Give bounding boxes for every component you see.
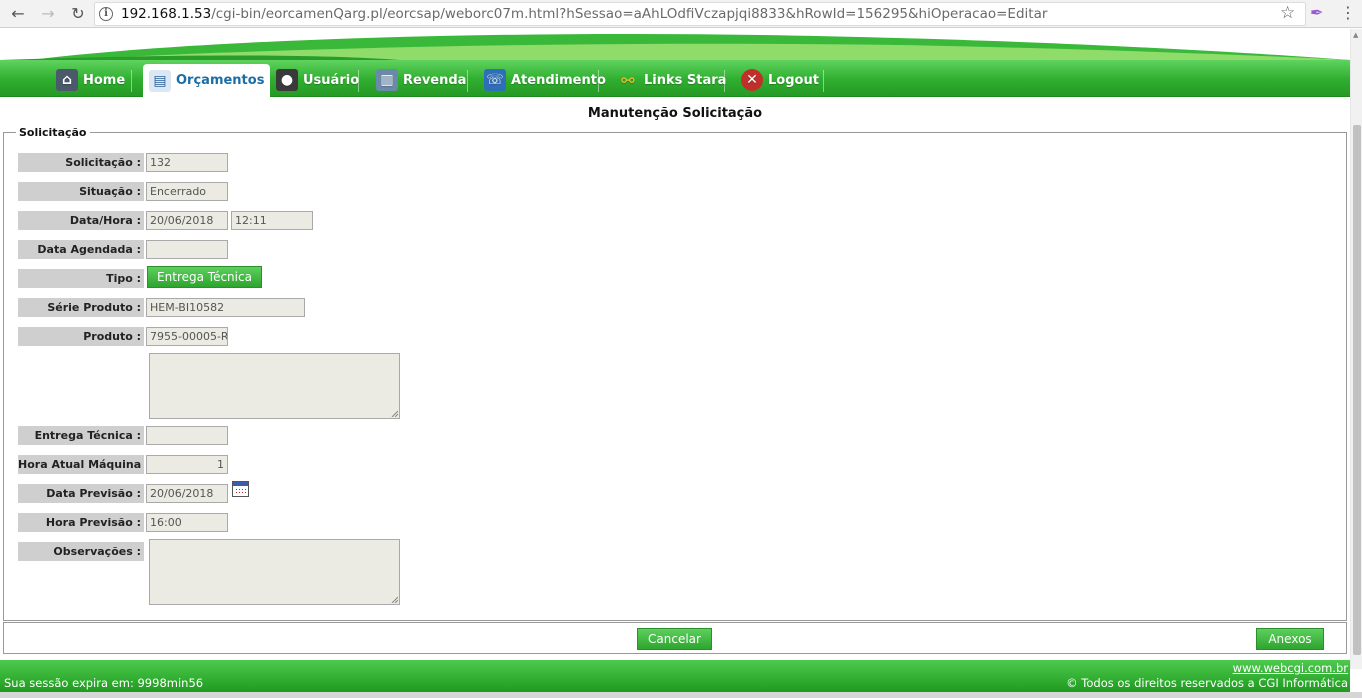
menu-atendimento[interactable]: ☏ Atendimento bbox=[484, 65, 606, 95]
serie-produto-field[interactable]: HEM-BI10582 bbox=[146, 298, 305, 317]
data-previsao-field[interactable]: 20/06/2018 bbox=[146, 484, 228, 503]
header-banner bbox=[0, 29, 1350, 60]
cancel-button[interactable]: Cancelar bbox=[637, 628, 712, 650]
menu-revenda-label: Revenda bbox=[403, 72, 467, 88]
url-text: 192.168.1.53/cgi-bin/eorcamenQarg.pl/eor… bbox=[121, 6, 1047, 22]
scroll-up-arrow-icon[interactable]: ▲ bbox=[1353, 31, 1358, 39]
hora-field[interactable]: 12:11 bbox=[231, 211, 313, 230]
menu-usuario-label: Usuário bbox=[303, 72, 360, 88]
data-previsao-label: Data Previsão : bbox=[18, 484, 144, 503]
observacoes-textarea[interactable] bbox=[149, 539, 400, 605]
data-agendada-label: Data Agendada : bbox=[18, 240, 144, 259]
produto-description-textarea[interactable] bbox=[149, 353, 400, 419]
menu-links-stara[interactable]: ⚯ Links Stara bbox=[617, 65, 726, 95]
extension-feather-icon[interactable]: ✒ bbox=[1310, 3, 1323, 22]
hora-atual-maquina-label: Hora Atual Máquina : bbox=[18, 455, 149, 474]
menu-usuario[interactable]: ● Usuário bbox=[276, 65, 359, 95]
webcgi-link[interactable]: www.webcgi.com.br bbox=[1233, 661, 1348, 675]
taskbar-strip bbox=[0, 692, 1362, 698]
hora-atual-maquina-field[interactable]: 1 bbox=[146, 455, 228, 474]
menu-links-stara-label: Links Stara bbox=[644, 72, 727, 88]
document-icon: ▤ bbox=[149, 69, 171, 92]
page-title: Manutenção Solicitação bbox=[587, 106, 763, 121]
observacoes-label: Observações : bbox=[18, 542, 144, 561]
session-timer: Sua sessão expira em: 9998min56 bbox=[4, 676, 204, 690]
store-icon: ▥ bbox=[376, 69, 398, 91]
user-icon: ● bbox=[276, 69, 298, 91]
main-menu: ⌂ Home ▤ Orçamentos ● Usuário ▥ Revenda … bbox=[0, 60, 1350, 97]
menu-home-label: Home bbox=[83, 72, 126, 88]
data-agendada-field[interactable] bbox=[146, 240, 228, 259]
url-host: 192.168.1.53 bbox=[121, 6, 212, 22]
bookmark-star-icon[interactable]: ☆ bbox=[1280, 3, 1295, 23]
entrega-tecnica-label: Entrega Técnica : bbox=[18, 426, 144, 445]
url-path: /cgi-bin/eorcamenQarg.pl/eorcsap/weborc0… bbox=[211, 6, 1048, 22]
hora-previsao-label: Hora Previsão : bbox=[18, 513, 144, 532]
reload-icon[interactable]: ↻ bbox=[66, 2, 90, 26]
data-field[interactable]: 20/06/2018 bbox=[146, 211, 228, 230]
entrega-tecnica-field[interactable] bbox=[146, 426, 228, 445]
fieldset-legend: Solicitação bbox=[16, 126, 90, 139]
produto-field[interactable]: 7955-00005-REV bbox=[146, 327, 228, 346]
copyright: © Todos os direitos reservados a CGI Inf… bbox=[1066, 676, 1348, 690]
produto-label: Produto : bbox=[18, 327, 144, 346]
browser-menu-icon[interactable]: ⋮ bbox=[1340, 3, 1356, 22]
banner-swoosh bbox=[0, 34, 1350, 60]
data-hora-label: Data/Hora : bbox=[18, 211, 144, 230]
menu-atendimento-label: Atendimento bbox=[511, 72, 606, 88]
situacao-field[interactable]: Encerrado bbox=[146, 182, 228, 201]
menu-logout[interactable]: ✕ Logout bbox=[741, 65, 819, 95]
back-arrow-icon[interactable]: ← bbox=[6, 2, 30, 26]
link-icon: ⚯ bbox=[621, 70, 635, 90]
solicitacao-label: Solicitação : bbox=[18, 153, 144, 172]
support-icon: ☏ bbox=[484, 69, 506, 91]
solicitacao-field[interactable]: 132 bbox=[146, 153, 228, 172]
address-bar[interactable]: i 192.168.1.53/cgi-bin/eorcamenQarg.pl/e… bbox=[94, 2, 1306, 26]
tipo-label: Tipo : bbox=[18, 269, 144, 288]
tipo-entrega-tecnica-button[interactable]: Entrega Técnica bbox=[147, 266, 262, 288]
forward-arrow-icon[interactable]: → bbox=[36, 2, 60, 26]
menu-orcamentos-label: Orçamentos bbox=[176, 73, 265, 88]
situacao-label: Situação : bbox=[18, 182, 144, 201]
serie-produto-label: Série Produto : bbox=[18, 298, 144, 317]
house-icon: ⌂ bbox=[56, 69, 78, 91]
menu-logout-label: Logout bbox=[768, 72, 819, 88]
scroll-thumb[interactable] bbox=[1353, 125, 1361, 655]
info-icon[interactable]: i bbox=[99, 7, 113, 21]
resize-handle-icon[interactable] bbox=[390, 595, 398, 603]
calendar-icon[interactable] bbox=[232, 481, 249, 497]
footer: Sua sessão expira em: 9998min56 www.webc… bbox=[0, 660, 1350, 692]
browser-toolbar: ← → ↻ i 192.168.1.53/cgi-bin/eorcamenQar… bbox=[0, 0, 1362, 28]
close-icon: ✕ bbox=[741, 69, 763, 91]
resize-handle-icon[interactable] bbox=[390, 409, 398, 417]
menu-orcamentos[interactable]: ▤ Orçamentos bbox=[143, 64, 271, 97]
page-scrollbar[interactable]: ▲ bbox=[1350, 29, 1362, 669]
attachments-button[interactable]: Anexos bbox=[1256, 628, 1324, 650]
hora-previsao-field[interactable]: 16:00 bbox=[146, 513, 228, 532]
menu-revenda[interactable]: ▥ Revenda bbox=[376, 65, 466, 95]
menu-home[interactable]: ⌂ Home bbox=[56, 65, 125, 95]
